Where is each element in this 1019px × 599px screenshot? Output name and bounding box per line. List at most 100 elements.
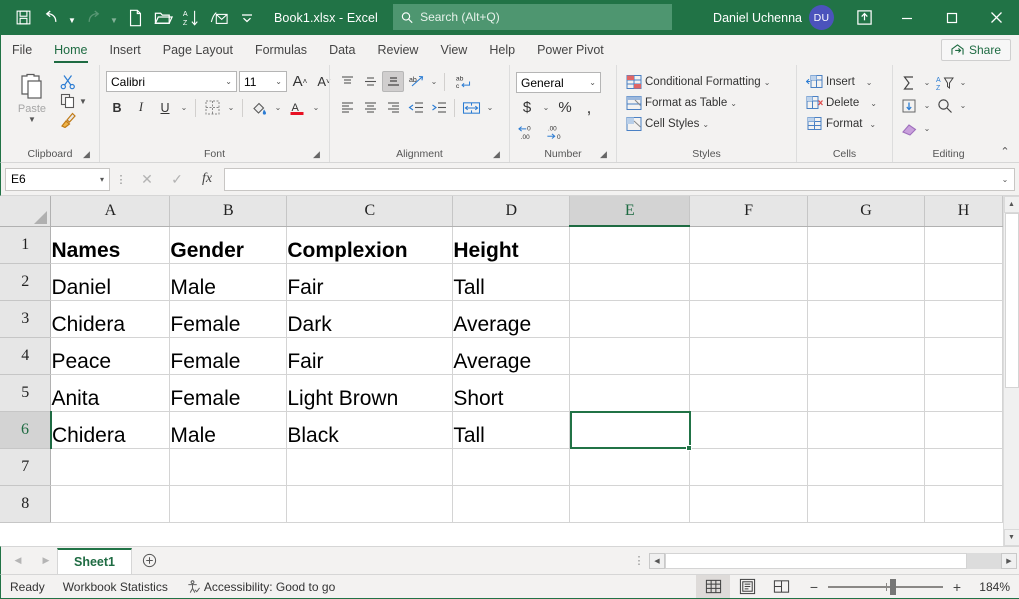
bold-button[interactable]: B [106, 97, 128, 118]
sort-filter-dropdown-icon[interactable]: ⌄ [957, 72, 969, 93]
conditional-formatting-button[interactable]: Conditional Formatting ⌄ [622, 72, 774, 92]
font-color-button[interactable]: A [286, 97, 308, 118]
cell-d7[interactable] [453, 448, 570, 485]
row-header-7[interactable]: 7 [0, 448, 51, 485]
cell-c5[interactable]: Light Brown [287, 374, 453, 411]
cell-c3[interactable]: Dark [287, 300, 453, 337]
status-mode[interactable]: Ready [1, 580, 54, 594]
accessibility-checker-button[interactable]: Accessibility: Good to go [177, 580, 344, 594]
cell-b6[interactable]: Male [170, 411, 287, 448]
conditional-formatting-dropdown-icon[interactable]: ⌄ [764, 78, 771, 87]
cell-e5[interactable] [570, 374, 690, 411]
tab-view[interactable]: View [429, 35, 478, 65]
cell-f6[interactable] [690, 411, 808, 448]
cell-b5[interactable]: Female [170, 374, 287, 411]
number-format-dropdown-icon[interactable]: ⌄ [589, 78, 596, 87]
cell-h2[interactable] [924, 263, 1002, 300]
autosum-dropdown-icon[interactable]: ⌄ [921, 72, 933, 93]
cell-g3[interactable] [808, 300, 925, 337]
cell-e8[interactable] [570, 485, 690, 522]
cell-c7[interactable] [287, 448, 453, 485]
paste-dropdown-icon[interactable]: ▼ [28, 115, 36, 124]
cell-e3[interactable] [570, 300, 690, 337]
cell-h4[interactable] [924, 337, 1002, 374]
column-header-h[interactable]: H [924, 196, 1002, 226]
cell-a3[interactable]: Chidera [51, 300, 170, 337]
formula-input[interactable]: ⌄ [224, 168, 1015, 191]
cell-e7[interactable] [570, 448, 690, 485]
cell-a7[interactable] [51, 448, 170, 485]
scroll-up-icon[interactable]: ▲ [1004, 196, 1019, 213]
enter-formula-icon[interactable]: ✓ [162, 168, 192, 191]
cell-g4[interactable] [808, 337, 925, 374]
row-header-2[interactable]: 2 [0, 263, 51, 300]
tab-insert[interactable]: Insert [99, 35, 152, 65]
cell-c6[interactable]: Black [287, 411, 453, 448]
align-left-button[interactable] [336, 97, 358, 118]
format-as-table-button[interactable]: Format as Table ⌄ [622, 93, 774, 113]
top-align-button[interactable] [336, 71, 358, 92]
column-header-f[interactable]: F [690, 196, 808, 226]
cell-f5[interactable] [690, 374, 808, 411]
font-size-input[interactable]: 11 ⌄ [239, 71, 287, 92]
scroll-down-icon[interactable]: ▼ [1004, 529, 1019, 546]
cell-f4[interactable] [690, 337, 808, 374]
prev-sheet-icon[interactable]: ◀ [7, 550, 29, 572]
horizontal-scroll-track[interactable] [665, 553, 1001, 569]
zoom-out-button[interactable]: − [806, 579, 822, 595]
horizontal-scroll-thumb[interactable] [665, 553, 967, 569]
increase-font-size-icon[interactable]: A˄ [289, 71, 311, 92]
delete-dropdown-icon[interactable]: ⌄ [870, 99, 877, 108]
borders-button[interactable] [201, 97, 223, 118]
center-button[interactable] [359, 97, 381, 118]
cell-d8[interactable] [453, 485, 570, 522]
number-dialog-launcher[interactable]: ◢ [600, 149, 611, 160]
wrap-text-button[interactable]: ab c [449, 71, 481, 92]
row-header-1[interactable]: 1 [0, 226, 51, 263]
tab-formulas[interactable]: Formulas [244, 35, 318, 65]
tab-help[interactable]: Help [478, 35, 526, 65]
collapse-ribbon-icon[interactable]: ⌃ [997, 143, 1013, 159]
cell-g6[interactable] [808, 411, 925, 448]
sort-filter-button[interactable]: A Z [934, 72, 956, 93]
cell-a2[interactable]: Daniel [51, 263, 170, 300]
column-header-g[interactable]: G [808, 196, 925, 226]
cell-b1[interactable]: Gender [170, 226, 287, 263]
close-button[interactable] [974, 0, 1019, 35]
cell-e2[interactable] [570, 263, 690, 300]
clear-dropdown-icon[interactable]: ⌄ [921, 118, 933, 139]
underline-button[interactable]: U [154, 97, 176, 118]
fill-button[interactable] [898, 95, 920, 116]
font-size-dropdown-icon[interactable]: ⌄ [275, 77, 282, 86]
zoom-slider-thumb[interactable] [890, 579, 896, 595]
view-page-break-button[interactable] [764, 575, 798, 598]
cell-f3[interactable] [690, 300, 808, 337]
cell-c4[interactable]: Fair [287, 337, 453, 374]
cell-f1[interactable] [690, 226, 808, 263]
cell-f7[interactable] [690, 448, 808, 485]
font-name-input[interactable]: Calibri ⌄ [106, 71, 237, 92]
cell-a8[interactable] [51, 485, 170, 522]
decrease-decimal-button[interactable]: .00 0 [544, 122, 570, 143]
italic-button[interactable]: I [130, 97, 152, 118]
column-header-a[interactable]: A [51, 196, 170, 226]
sort-az-icon[interactable]: A Z [178, 5, 204, 31]
delete-cells-button[interactable]: Delete ⌄ [802, 93, 881, 113]
format-as-table-dropdown-icon[interactable]: ⌄ [730, 99, 737, 108]
cell-h8[interactable] [924, 485, 1002, 522]
search-box[interactable] [393, 4, 672, 30]
cell-h5[interactable] [924, 374, 1002, 411]
column-header-c[interactable]: C [287, 196, 453, 226]
fill-color-dropdown-icon[interactable]: ⌄ [272, 97, 284, 118]
merge-center-button[interactable] [459, 97, 483, 118]
workbook-statistics-button[interactable]: Workbook Statistics [54, 580, 177, 594]
cell-b7[interactable] [170, 448, 287, 485]
increase-indent-button[interactable] [428, 97, 450, 118]
find-select-button[interactable] [934, 95, 956, 116]
scroll-left-icon[interactable]: ◀ [649, 553, 665, 569]
copy-dropdown-icon[interactable]: ▼ [79, 97, 87, 106]
cell-d5[interactable]: Short [453, 374, 570, 411]
redo-icon[interactable] [80, 5, 106, 31]
view-normal-button[interactable] [696, 575, 730, 598]
row-header-3[interactable]: 3 [0, 300, 51, 337]
